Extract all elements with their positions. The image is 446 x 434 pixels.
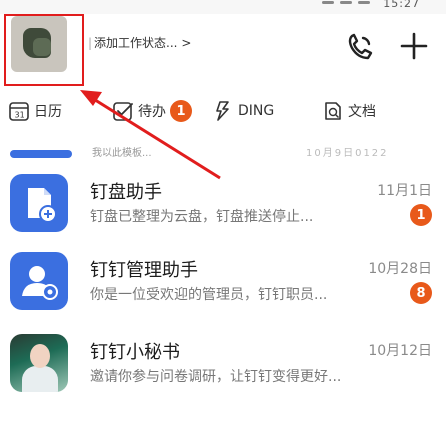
conversation-preview: 邀请你参与问卷调研，让钉钉变得更好... — [90, 369, 342, 385]
partial-avatar — [10, 150, 72, 158]
filter-docs-label: 文档 — [348, 104, 376, 120]
add-plus-icon[interactable] — [398, 30, 430, 62]
partial-date: 10月9日0122 — [306, 148, 389, 159]
conversation-date: 10月28日 — [368, 261, 432, 277]
work-status-text: 添加工作状态... — [94, 36, 178, 50]
filter-ding-label: DING — [238, 103, 275, 119]
todo-badge: 1 — [170, 100, 192, 122]
todo-check-icon — [113, 102, 133, 121]
filter-ding[interactable]: DING — [212, 96, 274, 126]
unread-badge: 8 — [410, 282, 432, 304]
conversation-title: 钉钉小秘书 — [90, 342, 180, 363]
conversation-avatar — [10, 252, 68, 310]
unread-badge: 1 — [410, 204, 432, 226]
conversation-avatar — [10, 174, 68, 232]
conversation-title: 钉钉管理助手 — [90, 260, 198, 281]
filter-docs[interactable]: 文档 — [322, 96, 376, 126]
svg-text:31: 31 — [15, 111, 25, 120]
admin-person-icon — [22, 266, 58, 300]
conversation-title: 钉盘助手 — [90, 182, 162, 203]
filter-calendar-label: 日历 — [34, 104, 62, 120]
calendar-icon: 31 — [9, 102, 29, 121]
conversation-date: 11月1日 — [377, 183, 432, 199]
conversation-item[interactable]: 钉钉管理助手 10月28日 你是一位受欢迎的管理员，钉钉职员... 8 — [0, 248, 446, 322]
filter-todo-label: 待办 — [138, 104, 166, 120]
assistant-photo — [10, 334, 68, 392]
conversation-date: 10月12日 — [368, 343, 432, 359]
conversation-item[interactable]: 钉钉小秘书 10月12日 邀请你参与问卷调研，让钉钉变得更好... — [0, 330, 446, 404]
conversation-preview: 钉盘已整理为云盘，钉盘推送停止... — [90, 209, 314, 225]
filter-todo[interactable]: 待办 1 — [112, 96, 192, 126]
document-file-icon — [28, 188, 57, 223]
filter-calendar[interactable]: 31 日历 — [8, 96, 62, 126]
status-indicators — [322, 1, 372, 5]
chevron-right-icon: > — [181, 36, 192, 50]
phone-call-icon[interactable] — [344, 30, 376, 62]
conversation-item[interactable]: 钉盘助手 11月1日 钉盘已整理为云盘，钉盘推送停止... 1 — [0, 170, 446, 244]
work-status-link[interactable]: | 添加工作状态... > — [88, 34, 191, 51]
annotation-highlight-box — [4, 14, 84, 86]
status-time: 15:27 — [383, 0, 420, 10]
status-separator: | — [88, 36, 93, 50]
status-bar: 15:27 — [0, 0, 446, 14]
document-icon — [325, 102, 341, 120]
conversation-preview: 你是一位受欢迎的管理员，钉钉职员... — [90, 287, 328, 303]
list-item-partial[interactable]: 我以此模板... 10月9日0122 — [0, 140, 446, 164]
partial-text: 我以此模板... — [92, 148, 152, 159]
ding-bolt-icon — [216, 101, 229, 121]
quick-filter-bar: 31 日历 待办 1 DING 文档 — [0, 96, 446, 132]
